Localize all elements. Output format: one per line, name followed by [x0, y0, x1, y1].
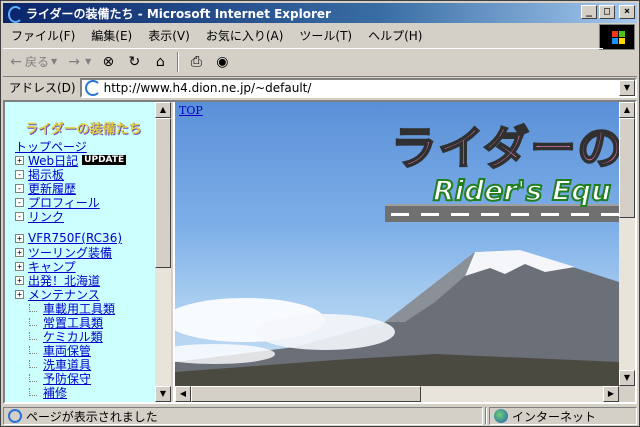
chevron-down-icon: ▼ [85, 57, 92, 66]
expand-icon[interactable]: + [15, 289, 24, 299]
scroll-thumb[interactable] [191, 386, 421, 402]
status-bar: ページが表示されました インターネット [3, 406, 637, 426]
stop-icon: ⊗ [102, 53, 115, 70]
media-button[interactable]: ◉ [209, 51, 235, 73]
collapse-icon: - [15, 211, 24, 221]
scroll-corner [619, 386, 635, 402]
scroll-thumb[interactable] [619, 118, 635, 218]
stop-button[interactable]: ⊗ [95, 51, 121, 73]
home-icon: ⌂ [155, 53, 165, 70]
close-button[interactable]: × [619, 5, 635, 19]
menu-tools[interactable]: ツール(T) [291, 27, 360, 44]
left-frame-scrollbar[interactable]: ▲ ▼ [155, 102, 171, 402]
status-message: ページが表示されました [3, 407, 483, 425]
refresh-icon: ↻ [128, 53, 141, 70]
title-bar[interactable]: ライダーの装備たち - Microsoft Internet Explorer … [3, 3, 637, 23]
expand-icon[interactable]: + [15, 247, 24, 257]
home-button[interactable]: ⌂ [147, 51, 173, 73]
zone-text: インターネット [512, 409, 597, 424]
refresh-button[interactable]: ↻ [121, 51, 147, 73]
window-controls: _ □ × [581, 5, 635, 19]
forward-button[interactable]: → ▼ [61, 51, 95, 73]
nav-menu: トップページ + Web日記 UPDATE - 掲示板 - 更新履歴 - プロフ… [15, 139, 155, 401]
ie-logo-icon [6, 5, 23, 23]
back-button[interactable]: ← 戻る ▼ [3, 51, 61, 73]
menu-view[interactable]: 表示(V) [140, 27, 198, 44]
menu-favorites[interactable]: お気に入り(A) [198, 27, 292, 44]
status-text: ページが表示されました [26, 409, 158, 424]
scroll-up-button[interactable]: ▲ [155, 102, 171, 118]
address-label: アドレス(D) [9, 81, 76, 95]
site-logo-small: ライダーの装備たち [25, 122, 142, 137]
arrow-left-icon: ← [10, 53, 22, 70]
standard-toolbar: ← 戻る ▼ → ▼ ⊗ ↻ ⌂ ⎙ ◉ [3, 48, 603, 74]
nav-link[interactable]: 補修 [43, 384, 67, 401]
print-icon: ⎙ [190, 53, 202, 70]
right-frame-vscrollbar[interactable]: ▲ ▼ [619, 102, 635, 386]
page-icon [84, 79, 101, 96]
right-frame: TOP ライダーの装 Rider's Equ ▲ ▼ ◀ ▶ [175, 102, 635, 402]
minimize-button[interactable]: _ [581, 5, 597, 19]
globe-icon [494, 409, 508, 423]
maximize-button[interactable]: □ [599, 5, 615, 19]
address-url: http://www.h4.dion.ne.jp/~default/ [103, 80, 312, 95]
update-badge: UPDATE [82, 155, 127, 165]
page-content: ライダーの装備たち トップページ + Web日記 UPDATE - 掲示板 - … [3, 100, 637, 404]
expand-icon[interactable]: + [15, 261, 24, 271]
page-done-icon [8, 409, 22, 423]
scroll-up-button[interactable]: ▲ [619, 102, 635, 118]
print-button[interactable]: ⎙ [183, 51, 209, 73]
toolbar-separator [177, 51, 180, 72]
expand-icon[interactable]: + [15, 275, 24, 285]
address-input[interactable]: http://www.h4.dion.ne.jp/~default/ ▼ [79, 77, 637, 98]
scroll-left-button[interactable]: ◀ [175, 386, 191, 402]
top-link[interactable]: TOP [179, 104, 203, 117]
site-subtitle: Rider's Equ [432, 173, 612, 208]
security-zone: インターネット [489, 407, 637, 425]
menu-file[interactable]: ファイル(F) [3, 27, 83, 44]
collapse-icon: - [15, 183, 24, 193]
arrow-right-icon: → [68, 53, 81, 70]
menu-help[interactable]: ヘルプ(H) [360, 27, 430, 44]
left-frame: ライダーの装備たち トップページ + Web日記 UPDATE - 掲示板 - … [5, 102, 173, 402]
window-title: ライダーの装備たち - Microsoft Internet Explorer [26, 6, 331, 21]
scroll-down-button[interactable]: ▼ [155, 386, 171, 402]
address-bar: アドレス(D) http://www.h4.dion.ne.jp/~defaul… [3, 76, 637, 98]
chevron-down-icon: ▼ [51, 57, 58, 66]
back-label: 戻る [25, 55, 50, 69]
collapse-icon: - [15, 169, 24, 179]
nav-subitem[interactable]: 予防保守 [15, 371, 155, 386]
browser-window: ライダーの装備たち - Microsoft Internet Explorer … [0, 0, 640, 427]
collapse-icon: - [15, 197, 24, 207]
menu-bar: ファイル(F) 編集(E) 表示(V) お気に入り(A) ツール(T) ヘルプ(… [3, 24, 593, 46]
nav-subitem[interactable]: 補修 [15, 384, 155, 401]
scroll-thumb[interactable] [155, 118, 171, 268]
media-icon: ◉ [216, 53, 229, 70]
expand-icon[interactable]: + [15, 155, 24, 165]
site-title: ライダーの装 [390, 120, 635, 176]
mountain-image [175, 250, 619, 386]
scroll-right-button[interactable]: ▶ [603, 386, 619, 402]
windows-logo-icon [599, 24, 635, 50]
menu-edit[interactable]: 編集(E) [83, 27, 140, 44]
nav-link[interactable]: リンク [28, 208, 64, 225]
address-dropdown-button[interactable]: ▼ [619, 79, 635, 96]
nav-item-links[interactable]: - リンク [15, 208, 155, 225]
right-frame-hscrollbar[interactable]: ◀ ▶ [175, 386, 619, 402]
scroll-down-button[interactable]: ▼ [619, 370, 635, 386]
expand-icon[interactable]: + [15, 233, 24, 243]
